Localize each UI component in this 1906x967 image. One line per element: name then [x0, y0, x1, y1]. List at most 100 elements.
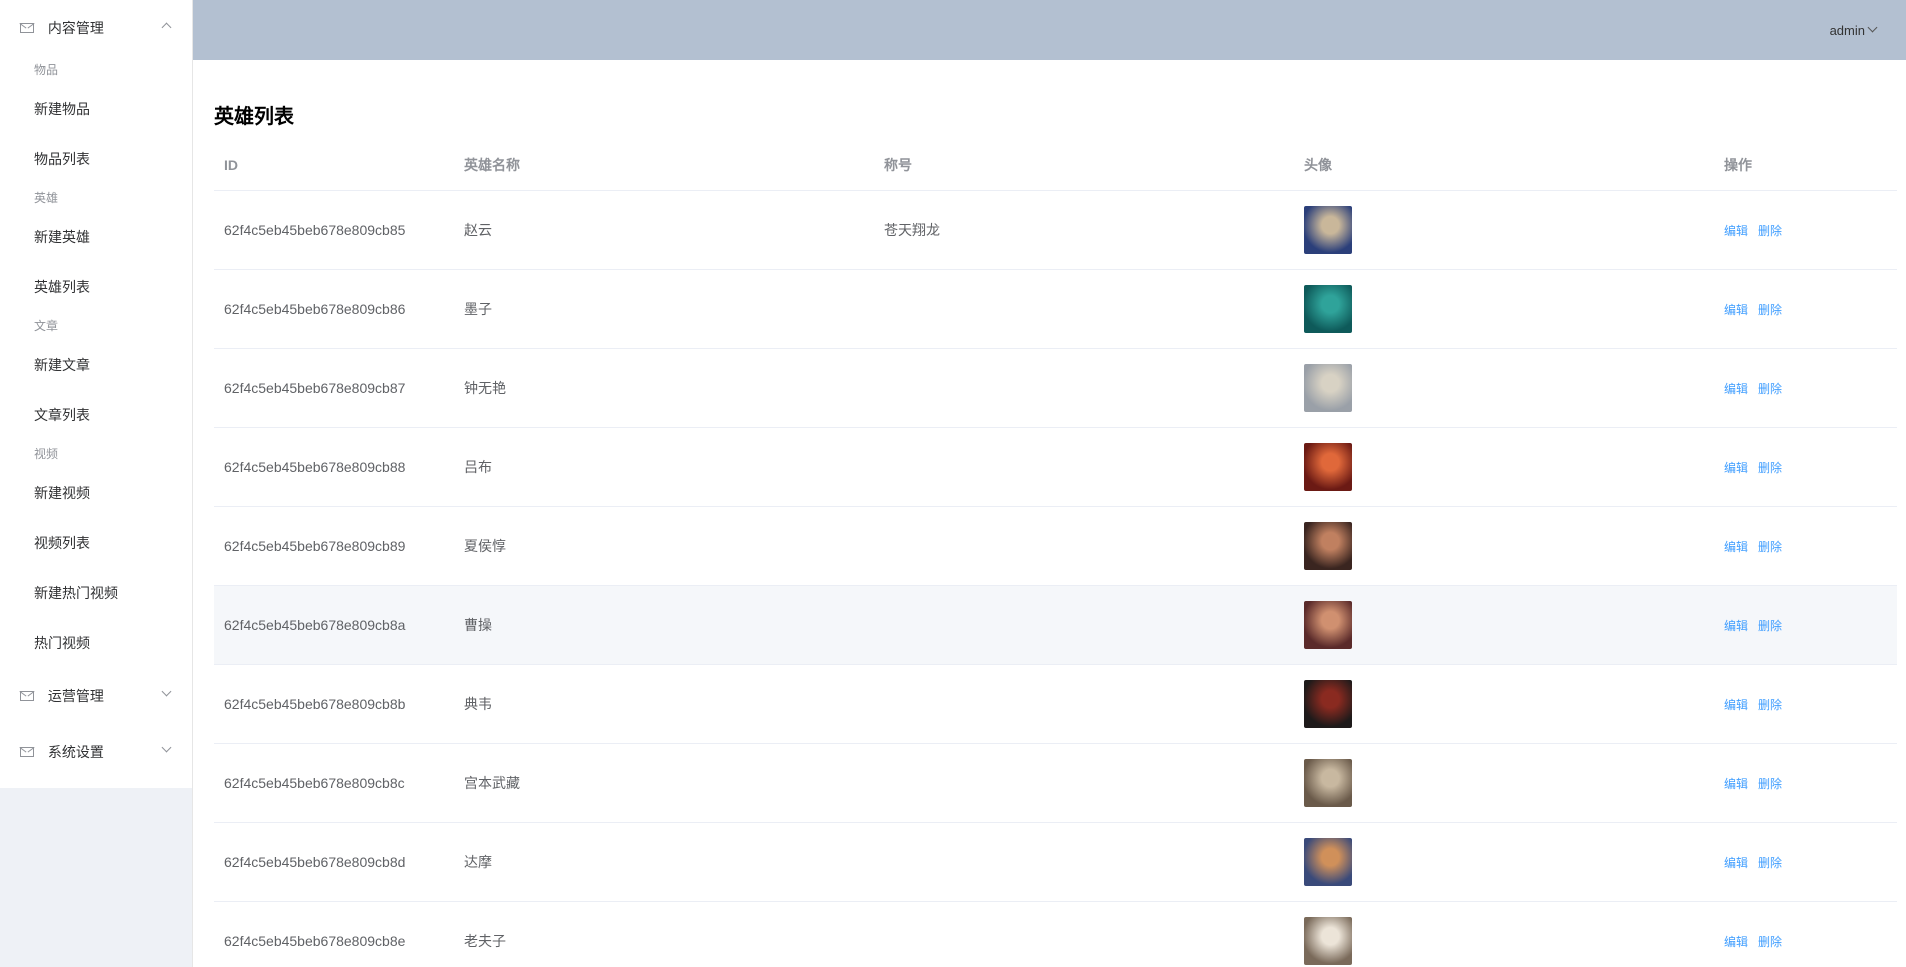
delete-button[interactable]: 删除 — [1758, 777, 1782, 791]
edit-button[interactable]: 编辑 — [1724, 777, 1748, 791]
hero-table: ID 英雄名称 称号 头像 操作 62f4c5eb45beb678e809cb8… — [214, 140, 1897, 967]
delete-button[interactable]: 删除 — [1758, 698, 1782, 712]
delete-button[interactable]: 删除 — [1758, 619, 1782, 633]
menu-group-videos: 视频 — [34, 447, 59, 461]
cell-avatar — [1294, 917, 1714, 965]
sidebar-item-article-list[interactable]: 文章列表 — [0, 390, 192, 440]
cell-avatar — [1294, 838, 1714, 886]
cell-hero-name: 夏侯惇 — [464, 538, 506, 554]
cell-hero-name: 赵云 — [464, 222, 492, 238]
edit-button[interactable]: 编辑 — [1724, 540, 1748, 554]
delete-button[interactable]: 删除 — [1758, 856, 1782, 870]
edit-button[interactable]: 编辑 — [1724, 303, 1748, 317]
cell-actions: 编辑 删除 — [1714, 933, 1897, 950]
mail-icon — [20, 23, 34, 34]
cell-hero-name: 墨子 — [464, 301, 492, 317]
hero-avatar-image — [1304, 759, 1352, 807]
hero-avatar-image — [1304, 917, 1352, 965]
cell-actions: 编辑 删除 — [1714, 301, 1897, 318]
table-body: 62f4c5eb45beb678e809cb85 赵云 苍天翔龙 编辑 删除 62f4c5… — [214, 191, 1897, 967]
table-row: 62f4c5eb45beb678e809cb89 夏侯惇 编辑 删除 — [214, 507, 1897, 586]
cell-hero-name: 典韦 — [464, 696, 492, 712]
cell-id: 62f4c5eb45beb678e809cb85 — [224, 222, 406, 238]
sidebar-item-new-hero[interactable]: 新建英雄 — [0, 212, 192, 262]
cell-id: 62f4c5eb45beb678e809cb8e — [224, 933, 406, 949]
cell-id: 62f4c5eb45beb678e809cb89 — [224, 538, 406, 554]
sidebar-item-new-video[interactable]: 新建视频 — [0, 468, 192, 518]
sidebar-item-hot-videos[interactable]: 热门视频 — [0, 618, 192, 668]
menu-group-articles: 文章 — [34, 319, 59, 333]
edit-button[interactable]: 编辑 — [1724, 224, 1748, 238]
hero-avatar-image — [1304, 285, 1352, 333]
chevron-down-icon — [161, 686, 172, 697]
cell-hero-name: 钟无艳 — [464, 380, 506, 396]
sidebar-item-item-list[interactable]: 物品列表 — [0, 134, 192, 184]
hero-avatar-image — [1304, 206, 1352, 254]
chevron-up-icon — [161, 22, 172, 33]
delete-button[interactable]: 删除 — [1758, 382, 1782, 396]
cell-actions: 编辑 删除 — [1714, 696, 1897, 713]
cell-actions: 编辑 删除 — [1714, 617, 1897, 634]
delete-button[interactable]: 删除 — [1758, 540, 1782, 554]
hero-avatar-image — [1304, 838, 1352, 886]
edit-button[interactable]: 编辑 — [1724, 856, 1748, 870]
chevron-down-icon — [161, 742, 172, 753]
cell-avatar — [1294, 759, 1714, 807]
table-row: 62f4c5eb45beb678e809cb86 墨子 编辑 删除 — [214, 270, 1897, 349]
hero-avatar-image — [1304, 601, 1352, 649]
column-header-actions: 操作 — [1724, 157, 1752, 173]
sidebar-item-new-hot-video[interactable]: 新建热门视频 — [0, 568, 192, 618]
table-row: 62f4c5eb45beb678e809cb8d 达摩 编辑 删除 — [214, 823, 1897, 902]
sidebar-item-video-list[interactable]: 视频列表 — [0, 518, 192, 568]
column-header-title: 称号 — [884, 157, 912, 173]
table-row: 62f4c5eb45beb678e809cb87 钟无艳 编辑 删除 — [214, 349, 1897, 428]
edit-button[interactable]: 编辑 — [1724, 935, 1748, 949]
table-header: ID 英雄名称 称号 头像 操作 — [214, 140, 1897, 191]
table-row: 62f4c5eb45beb678e809cb8e 老夫子 编辑 删除 — [214, 902, 1897, 967]
menu-group-heroes: 英雄 — [34, 191, 59, 205]
cell-avatar — [1294, 443, 1714, 491]
cell-id: 62f4c5eb45beb678e809cb8c — [224, 775, 405, 791]
submenu-content-management[interactable]: 内容管理 — [0, 0, 192, 56]
delete-button[interactable]: 删除 — [1758, 224, 1782, 238]
app: 内容管理 物品 新建物品 物品列表 英雄 新建英雄 英雄列表 文章 新建文章 文… — [0, 0, 1906, 967]
cell-hero-name: 宫本武藏 — [464, 775, 520, 791]
page-title: 英雄列表 — [214, 106, 294, 128]
delete-button[interactable]: 删除 — [1758, 935, 1782, 949]
delete-button[interactable]: 删除 — [1758, 303, 1782, 317]
username: admin — [1829, 23, 1865, 38]
cell-id: 62f4c5eb45beb678e809cb87 — [224, 380, 406, 396]
edit-button[interactable]: 编辑 — [1724, 619, 1748, 633]
cell-avatar — [1294, 206, 1714, 254]
cell-actions: 编辑 删除 — [1714, 775, 1897, 792]
cell-hero-name: 曹操 — [464, 617, 492, 633]
edit-button[interactable]: 编辑 — [1724, 698, 1748, 712]
cell-hero-name: 达摩 — [464, 854, 492, 870]
user-dropdown[interactable]: admin — [1829, 0, 1878, 60]
hero-avatar-image — [1304, 522, 1352, 570]
submenu-system-settings[interactable]: 系统设置 — [0, 724, 192, 780]
cell-actions: 编辑 删除 — [1714, 538, 1897, 555]
submenu-label: 系统设置 — [47, 744, 104, 760]
cell-avatar — [1294, 680, 1714, 728]
sidebar-item-new-article[interactable]: 新建文章 — [0, 340, 192, 390]
chevron-down-icon — [1867, 22, 1878, 33]
main-content: 英雄列表 ID 英雄名称 称号 头像 操作 62f4c5eb45beb678e8… — [213, 60, 1897, 967]
delete-button[interactable]: 删除 — [1758, 461, 1782, 475]
sidebar-item-new-item[interactable]: 新建物品 — [0, 84, 192, 134]
submenu-operations[interactable]: 运营管理 — [0, 668, 192, 724]
mail-icon — [20, 691, 34, 702]
edit-button[interactable]: 编辑 — [1724, 382, 1748, 396]
cell-avatar — [1294, 364, 1714, 412]
edit-button[interactable]: 编辑 — [1724, 461, 1748, 475]
cell-hero-title: 苍天翔龙 — [884, 222, 940, 238]
table-row: 62f4c5eb45beb678e809cb85 赵云 苍天翔龙 编辑 删除 — [214, 191, 1897, 270]
cell-actions: 编辑 删除 — [1714, 222, 1897, 239]
cell-avatar — [1294, 522, 1714, 570]
header: admin — [193, 0, 1906, 60]
cell-id: 62f4c5eb45beb678e809cb88 — [224, 459, 406, 475]
cell-actions: 编辑 删除 — [1714, 854, 1897, 871]
menu-group-items: 物品 — [34, 63, 59, 77]
submenu-label: 内容管理 — [47, 20, 104, 36]
sidebar-item-hero-list[interactable]: 英雄列表 — [0, 262, 192, 312]
